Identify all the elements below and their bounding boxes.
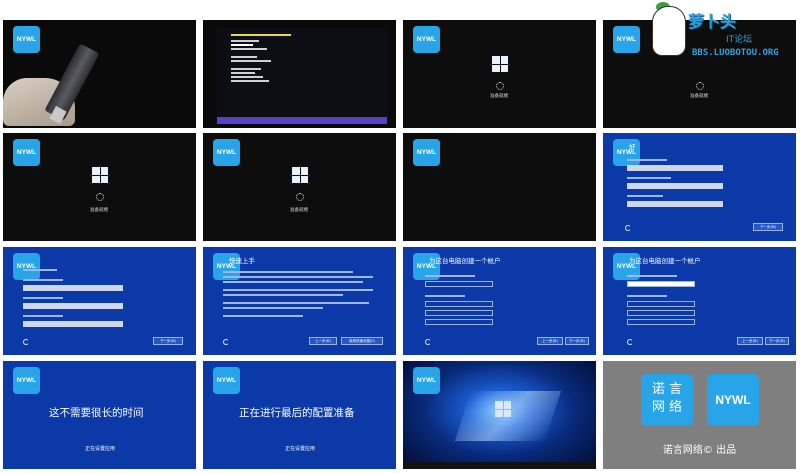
brand-cn-text: 诺 言 网 络 bbox=[651, 382, 683, 415]
frame-oobe-create-account-filled[interactable]: NYWL 为这台电脑创建一个帐户 上一步(B) 下一步(N) bbox=[603, 247, 796, 355]
nywl-logo-badge: NYWL bbox=[13, 253, 40, 280]
boot-caption: 准备就绪 bbox=[90, 208, 108, 213]
status-message: 正在进行最后的配置准备 bbox=[239, 407, 355, 419]
oobe-title: 好 bbox=[629, 143, 636, 151]
nywl-logo-badge: NYWL bbox=[413, 367, 440, 394]
frame-brand-card: 诺 言 网 络 NYWL 诺言网络© 出品 bbox=[603, 361, 796, 469]
radish-mascot-icon bbox=[652, 6, 686, 56]
password-confirm-input[interactable] bbox=[425, 310, 493, 316]
frame-oobe-quick-start[interactable]: NYWL 快速上手 上一步(B) 使用快速设置(E) bbox=[203, 247, 396, 355]
frame-windows-boot-3[interactable]: NYWL 准备就绪 bbox=[3, 133, 196, 241]
boot-caption: 准备就绪 bbox=[490, 94, 508, 99]
loading-spinner-icon bbox=[496, 82, 504, 90]
keyboard-select[interactable] bbox=[627, 201, 723, 207]
forum-watermark: 萝卜头 IT论坛 BBS.LUOBOTOU.ORG bbox=[640, 2, 800, 70]
nywl-logo-badge: NYWL bbox=[213, 139, 240, 166]
loading-spinner-icon bbox=[696, 82, 704, 90]
frame-oobe-region[interactable]: NYWL 下一步(N) bbox=[3, 247, 196, 355]
password-hint-input[interactable] bbox=[627, 319, 695, 325]
nywl-logo-badge: NYWL bbox=[213, 367, 240, 394]
frame-windows-boot-4[interactable]: NYWL 准备就绪 bbox=[203, 133, 396, 241]
language-select[interactable] bbox=[627, 183, 723, 189]
frame-oobe-region-partial[interactable]: NYWL 好 下一步(N) bbox=[603, 133, 796, 241]
watermark-subtitle: IT论坛 bbox=[726, 35, 753, 45]
nywl-logo-badge: NYWL bbox=[413, 26, 440, 53]
frame-black-screen[interactable]: NYWL bbox=[403, 133, 596, 241]
accessibility-icon[interactable] bbox=[627, 339, 633, 345]
brand-cn-logo: 诺 言 网 络 bbox=[641, 374, 693, 426]
nywl-logo-badge: NYWL bbox=[13, 26, 40, 53]
windows-logo-icon bbox=[492, 56, 508, 72]
username-input[interactable] bbox=[425, 281, 493, 287]
oobe-title: 为这台电脑创建一个帐户 bbox=[429, 257, 501, 265]
thumbnail-grid: NYWL NYWL 准备就绪 NYWL 准备就绪 NYWL 准备就绪 NYWL … bbox=[3, 20, 797, 471]
next-button[interactable]: 下一步(N) bbox=[765, 337, 789, 345]
username-input[interactable] bbox=[627, 281, 695, 287]
password-input[interactable] bbox=[425, 301, 493, 307]
frame-oobe-create-account[interactable]: NYWL 为这台电脑创建一个帐户 上一步(B) 下一步(N) bbox=[403, 247, 596, 355]
oobe-title: 为这台电脑创建一个帐户 bbox=[629, 257, 701, 265]
accessibility-icon[interactable] bbox=[223, 339, 229, 345]
taskbar[interactable] bbox=[403, 462, 596, 469]
windows-logo-icon bbox=[92, 167, 108, 183]
region-select[interactable] bbox=[23, 285, 123, 291]
password-hint-input[interactable] bbox=[425, 319, 493, 325]
frame-boot-menu[interactable] bbox=[203, 20, 396, 128]
frame-not-long[interactable]: NYWL 这不需要很长的时间 正在设置应用 bbox=[3, 361, 196, 469]
boot-menu-screen bbox=[217, 28, 387, 124]
watermark-title: 萝卜头 bbox=[688, 12, 737, 31]
keyboard-select[interactable] bbox=[23, 321, 123, 327]
accessibility-icon[interactable] bbox=[625, 225, 631, 231]
frame-final-config[interactable]: NYWL 正在进行最后的配置准备 正在设置应用 bbox=[203, 361, 396, 469]
frame-desktop[interactable]: NYWL bbox=[403, 361, 596, 469]
region-select[interactable] bbox=[627, 165, 723, 171]
windows-logo-icon bbox=[292, 167, 308, 183]
use-express-settings-button[interactable]: 使用快速设置(E) bbox=[341, 337, 383, 345]
frame-windows-boot-1[interactable]: NYWL 准备就绪 bbox=[403, 20, 596, 128]
language-select[interactable] bbox=[23, 303, 123, 309]
next-button[interactable]: 下一步(N) bbox=[153, 337, 183, 345]
brand-credit: 诺言网络© 出品 bbox=[662, 445, 737, 456]
password-confirm-input[interactable] bbox=[627, 310, 695, 316]
accessibility-icon[interactable] bbox=[425, 339, 431, 345]
password-input[interactable] bbox=[627, 301, 695, 307]
next-button[interactable]: 下一步(N) bbox=[753, 223, 783, 231]
frame-usb-drive[interactable]: NYWL bbox=[3, 20, 196, 128]
next-button[interactable]: 下一步(N) bbox=[565, 337, 589, 345]
boot-menu-status-bar bbox=[217, 117, 387, 124]
loading-spinner-icon bbox=[96, 193, 104, 201]
back-button[interactable]: 上一步(B) bbox=[309, 337, 337, 345]
nywl-logo-badge: NYWL bbox=[613, 26, 640, 53]
windows-logo-icon bbox=[495, 401, 511, 417]
oobe-title: 快速上手 bbox=[229, 257, 255, 265]
brand-en-logo: NYWL bbox=[707, 374, 759, 426]
boot-caption: 准备就绪 bbox=[290, 208, 308, 213]
loading-spinner-icon bbox=[296, 193, 304, 201]
accessibility-icon[interactable] bbox=[23, 339, 29, 345]
watermark-url: BBS.LUOBOTOU.ORG bbox=[692, 48, 779, 58]
nywl-logo-badge: NYWL bbox=[13, 139, 40, 166]
boot-caption: 准备就绪 bbox=[690, 94, 708, 99]
status-submessage: 正在设置应用 bbox=[285, 446, 316, 452]
status-message: 这不需要很长的时间 bbox=[49, 407, 144, 419]
nywl-logo-badge: NYWL bbox=[413, 139, 440, 166]
back-button[interactable]: 上一步(B) bbox=[737, 337, 763, 345]
nywl-logo-badge: NYWL bbox=[13, 367, 40, 394]
status-submessage: 正在设置应用 bbox=[85, 446, 116, 452]
back-button[interactable]: 上一步(B) bbox=[537, 337, 563, 345]
